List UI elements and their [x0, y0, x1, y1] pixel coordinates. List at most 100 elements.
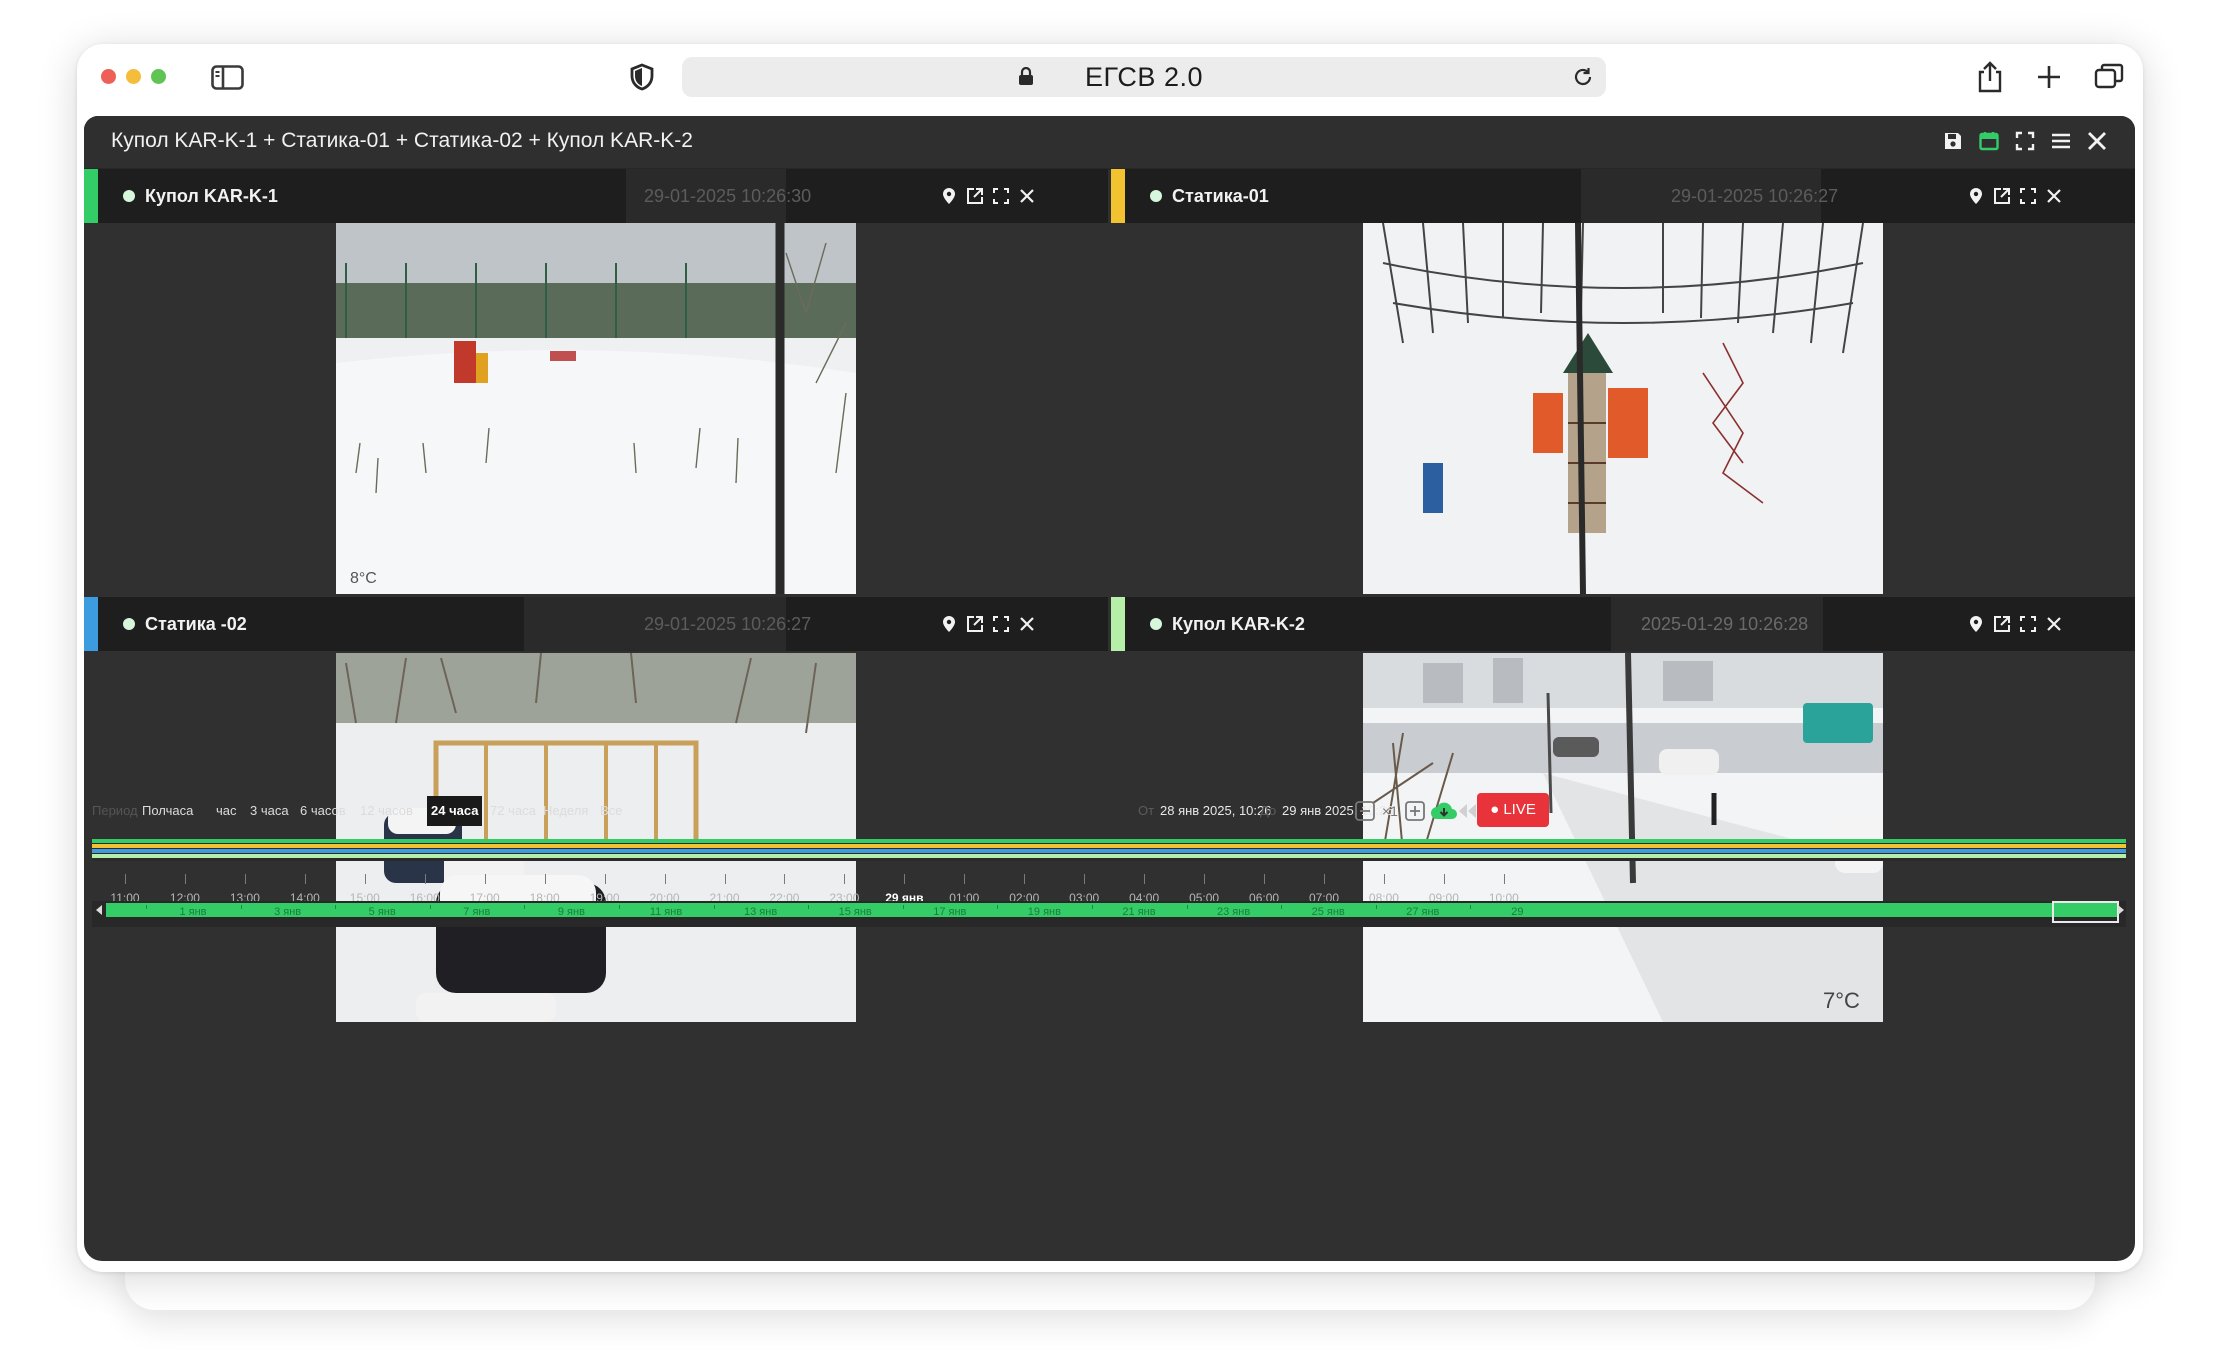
camera-video-feed[interactable] — [336, 653, 856, 1022]
map-pin-icon[interactable] — [1967, 187, 1985, 205]
camera-timestamp: 29-01-2025 10:26:30 — [644, 186, 812, 206]
overview-tick — [902, 905, 904, 909]
scroll-left-icon[interactable] — [94, 903, 104, 917]
period-option[interactable]: Все — [600, 796, 622, 826]
camera-name: Купол KAR-K-1 — [145, 186, 278, 206]
period-option[interactable]: Полчаса — [142, 796, 193, 826]
fullscreen-icon[interactable] — [2019, 615, 2037, 633]
fullscreen-icon[interactable] — [2019, 187, 2037, 205]
map-pin-icon[interactable] — [940, 187, 958, 205]
axis-tick — [364, 874, 366, 884]
online-status-dot — [123, 618, 135, 630]
camera-tile-header: Купол KAR-K-1 29-01-2025 10:26:30 — [84, 169, 1108, 223]
period-option[interactable]: 6 часов — [300, 796, 346, 826]
axis-tick — [1204, 874, 1206, 884]
playground-scene: 8°C — [336, 223, 856, 594]
map-pin-icon[interactable] — [1967, 615, 1985, 633]
fullscreen-icon[interactable] — [992, 187, 1010, 205]
camera-tracks[interactable] — [92, 839, 2126, 861]
scroll-right-icon[interactable] — [2116, 903, 2126, 917]
camera-name: Статика -02 — [145, 614, 247, 634]
zoom-out-icon[interactable] — [1354, 800, 1376, 822]
sidebar-icon[interactable] — [211, 65, 244, 90]
axis-tick — [1443, 874, 1445, 884]
overview-tick — [429, 905, 431, 909]
close-icon[interactable] — [1018, 615, 1036, 633]
overview-selection-handle[interactable] — [2052, 901, 2119, 923]
axis-tick — [1264, 874, 1266, 884]
new-tab-icon[interactable] — [2033, 60, 2065, 94]
overview-date-label: 25 янв — [1311, 906, 1345, 918]
axis-tick — [964, 874, 966, 884]
period-option[interactable]: Неделя — [543, 796, 588, 826]
calendar-icon[interactable] — [1978, 130, 2000, 152]
range-from-label: От — [1138, 803, 1155, 818]
camera-tile-2[interactable]: Статика-01 29-01-2025 10:26:27 — [1111, 169, 2135, 594]
overview-date-label: 5 янв — [368, 906, 396, 918]
camera-video-feed[interactable] — [1363, 223, 1883, 594]
axis-tick — [784, 874, 786, 884]
range-to-value[interactable]: 29 янв 2025, 10:26 — [1282, 796, 1393, 826]
camera-video-feed[interactable]: 7°C — [1363, 653, 1883, 1022]
overview-tick — [997, 905, 999, 909]
live-button[interactable]: ● LIVE — [1477, 793, 1549, 827]
close-icon[interactable] — [2045, 615, 2063, 633]
period-option[interactable]: 3 часа — [250, 796, 289, 826]
rewind-icon[interactable] — [1456, 800, 1478, 822]
menu-icon[interactable] — [2050, 130, 2072, 152]
open-external-icon[interactable] — [966, 187, 984, 205]
overview-date-label: 7 янв — [463, 906, 491, 918]
share-icon[interactable] — [1974, 60, 2006, 94]
overview-date-label: 13 янв — [744, 906, 778, 918]
tabs-overview-icon[interactable] — [2093, 60, 2125, 94]
period-option[interactable]: 12 часов — [360, 796, 413, 826]
axis-tick — [424, 874, 426, 884]
open-external-icon[interactable] — [1993, 187, 2011, 205]
camera-color-marker — [84, 169, 98, 223]
open-external-icon[interactable] — [966, 615, 984, 633]
camera-tile-1[interactable]: Купол KAR-K-1 29-01-2025 10:26:30 8°C — [84, 169, 1108, 594]
fullscreen-icon[interactable] — [992, 615, 1010, 633]
layout-title: Купол KAR-K-1 + Статика-01 + Статика-02 … — [111, 129, 693, 152]
fullscreen-icon[interactable] — [2014, 130, 2036, 152]
axis-tick — [844, 874, 846, 884]
axis-tick — [724, 874, 726, 884]
overview-tick — [713, 905, 715, 909]
playback-speed[interactable]: ×1 — [1382, 796, 1398, 826]
cloud-download-icon[interactable] — [1430, 800, 1458, 822]
axis-tick — [1503, 874, 1505, 884]
save-icon[interactable] — [1942, 130, 1964, 152]
zoom-window-button[interactable] — [151, 69, 166, 84]
close-icon[interactable] — [2086, 130, 2108, 152]
axis-tick — [1024, 874, 1026, 884]
period-option[interactable]: 72 часа — [490, 796, 536, 826]
period-option-active[interactable]: 24 часа — [427, 796, 483, 826]
minimize-window-button[interactable] — [126, 69, 141, 84]
close-icon[interactable] — [1018, 187, 1036, 205]
temperature-overlay: 7°C — [1823, 988, 1860, 1013]
axis-tick — [125, 874, 126, 884]
open-external-icon[interactable] — [1993, 615, 2011, 633]
shield-icon[interactable] — [629, 63, 655, 91]
axis-tick — [1084, 874, 1086, 884]
browser-toolbar: ЕГСВ 2.0 — [77, 44, 2143, 116]
close-window-button[interactable] — [101, 69, 116, 84]
reload-icon[interactable] — [1572, 66, 1594, 88]
map-pin-icon[interactable] — [940, 615, 958, 633]
camera-color-marker — [1111, 169, 1125, 223]
camera-video-feed[interactable]: 8°C — [336, 223, 856, 594]
overview-tick — [1092, 905, 1093, 909]
zoom-in-icon[interactable] — [1404, 800, 1426, 822]
range-to-label: До — [1260, 803, 1277, 818]
axis-tick — [304, 874, 306, 884]
overview-timeline[interactable]: 1 янв 3 янв 5 янв 7 янв 9 янв 11 янв 13 янв 15 … — [92, 901, 2126, 927]
range-from-value[interactable]: 28 янв 2025, 10:26 — [1160, 796, 1271, 826]
axis-tick — [484, 874, 486, 884]
camera-color-marker — [1111, 597, 1125, 651]
camera-timestamp: 29-01-2025 10:26:27 — [1671, 186, 1839, 206]
close-icon[interactable] — [2045, 187, 2063, 205]
period-option[interactable]: час — [216, 796, 237, 826]
axis-tick — [1144, 874, 1146, 884]
address-bar[interactable]: ЕГСВ 2.0 — [682, 57, 1606, 97]
axis-tick — [1383, 874, 1385, 884]
